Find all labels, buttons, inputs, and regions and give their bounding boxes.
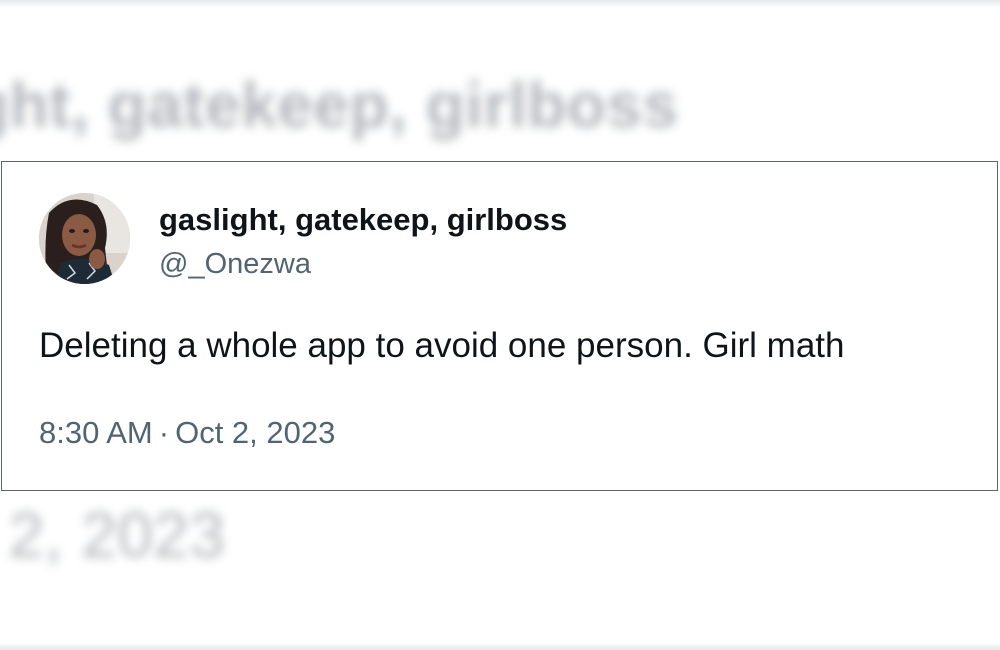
- tweet-text: Deleting a whole app to avoid one person…: [39, 326, 845, 365]
- tweet-date: Oct 2, 2023: [175, 415, 336, 450]
- avatar[interactable]: [39, 193, 130, 284]
- user-handle[interactable]: @_Onezwa: [159, 248, 311, 281]
- tweet-card: gaslight, gatekeep, girlboss @_Onezwa De…: [1, 161, 998, 491]
- tweet-time: 8:30 AM: [39, 415, 153, 450]
- tweet-timestamp[interactable]: 8:30 AM · Oct 2, 2023: [39, 415, 335, 451]
- blurred-background-name: ght, gatekeep, girlboss: [0, 69, 679, 141]
- display-name[interactable]: gaslight, gatekeep, girlboss: [159, 202, 567, 238]
- blurred-background-date: t 2, 2023: [0, 499, 226, 571]
- meta-separator: ·: [158, 415, 170, 450]
- avatar-photo-icon: [39, 193, 130, 284]
- screenshot-page: ght, gatekeep, girlboss t 2, 2023 gaslig…: [0, 0, 1000, 650]
